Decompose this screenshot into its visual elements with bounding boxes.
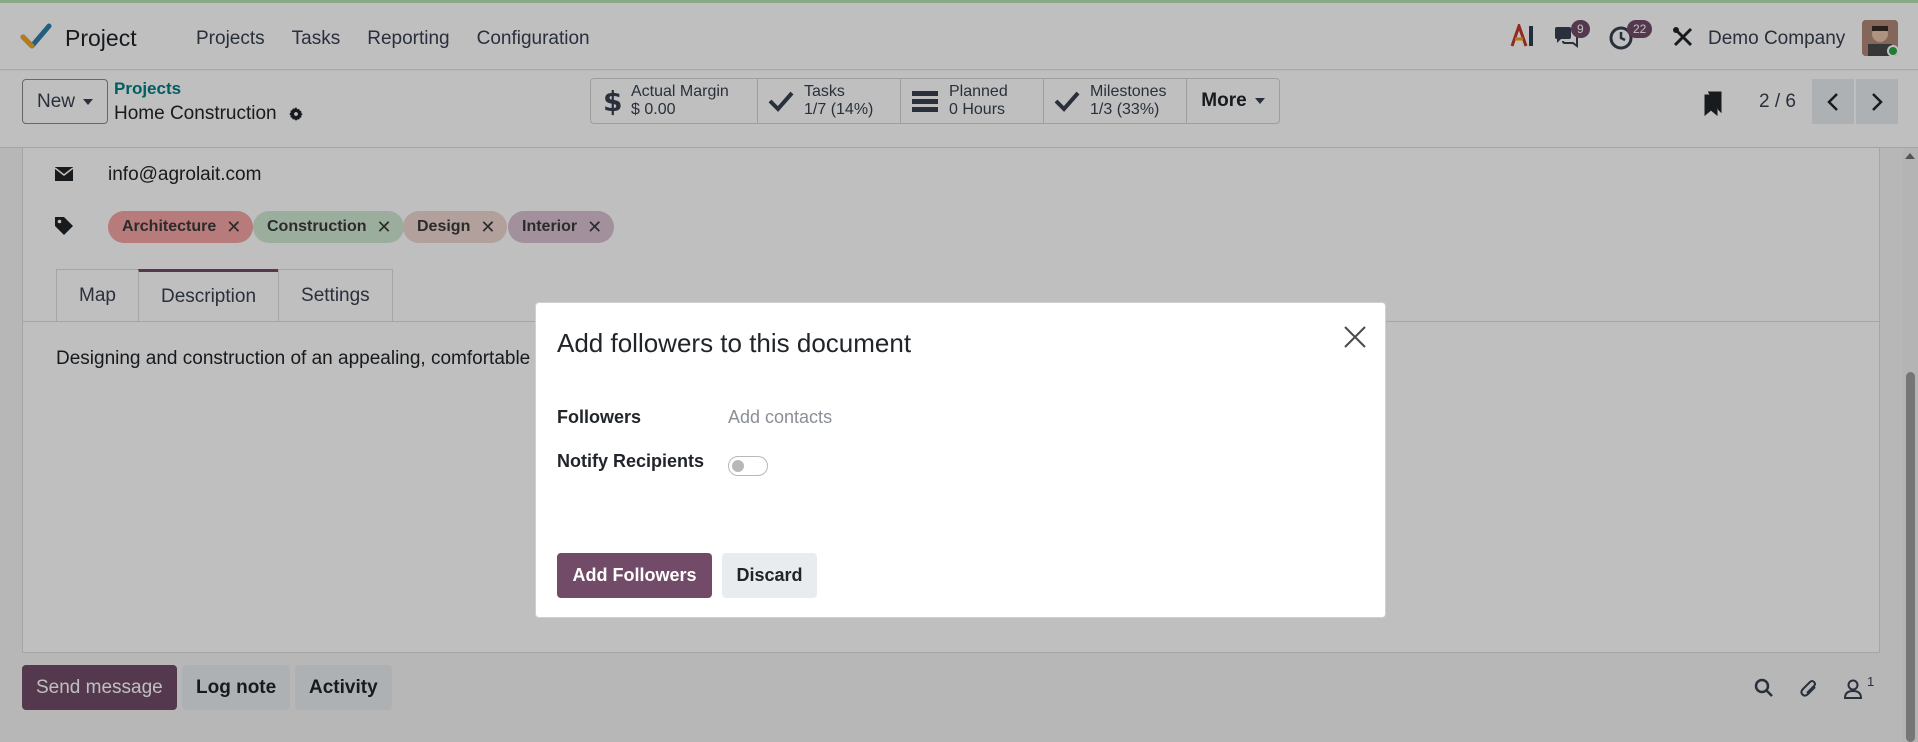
discard-button[interactable]: Discard bbox=[722, 553, 817, 598]
notify-recipients-toggle[interactable] bbox=[728, 456, 768, 476]
add-followers-button[interactable]: Add Followers bbox=[557, 553, 712, 598]
followers-input[interactable]: Add contacts bbox=[728, 407, 832, 428]
close-icon[interactable] bbox=[1342, 324, 1368, 350]
notify-recipients-label: Notify Recipients bbox=[557, 451, 705, 471]
dialog-title: Add followers to this document bbox=[557, 328, 912, 358]
toggle-knob bbox=[732, 460, 744, 472]
followers-label: Followers bbox=[557, 407, 642, 427]
add-followers-dialog: Add followers to this document Followers… bbox=[535, 302, 1386, 618]
